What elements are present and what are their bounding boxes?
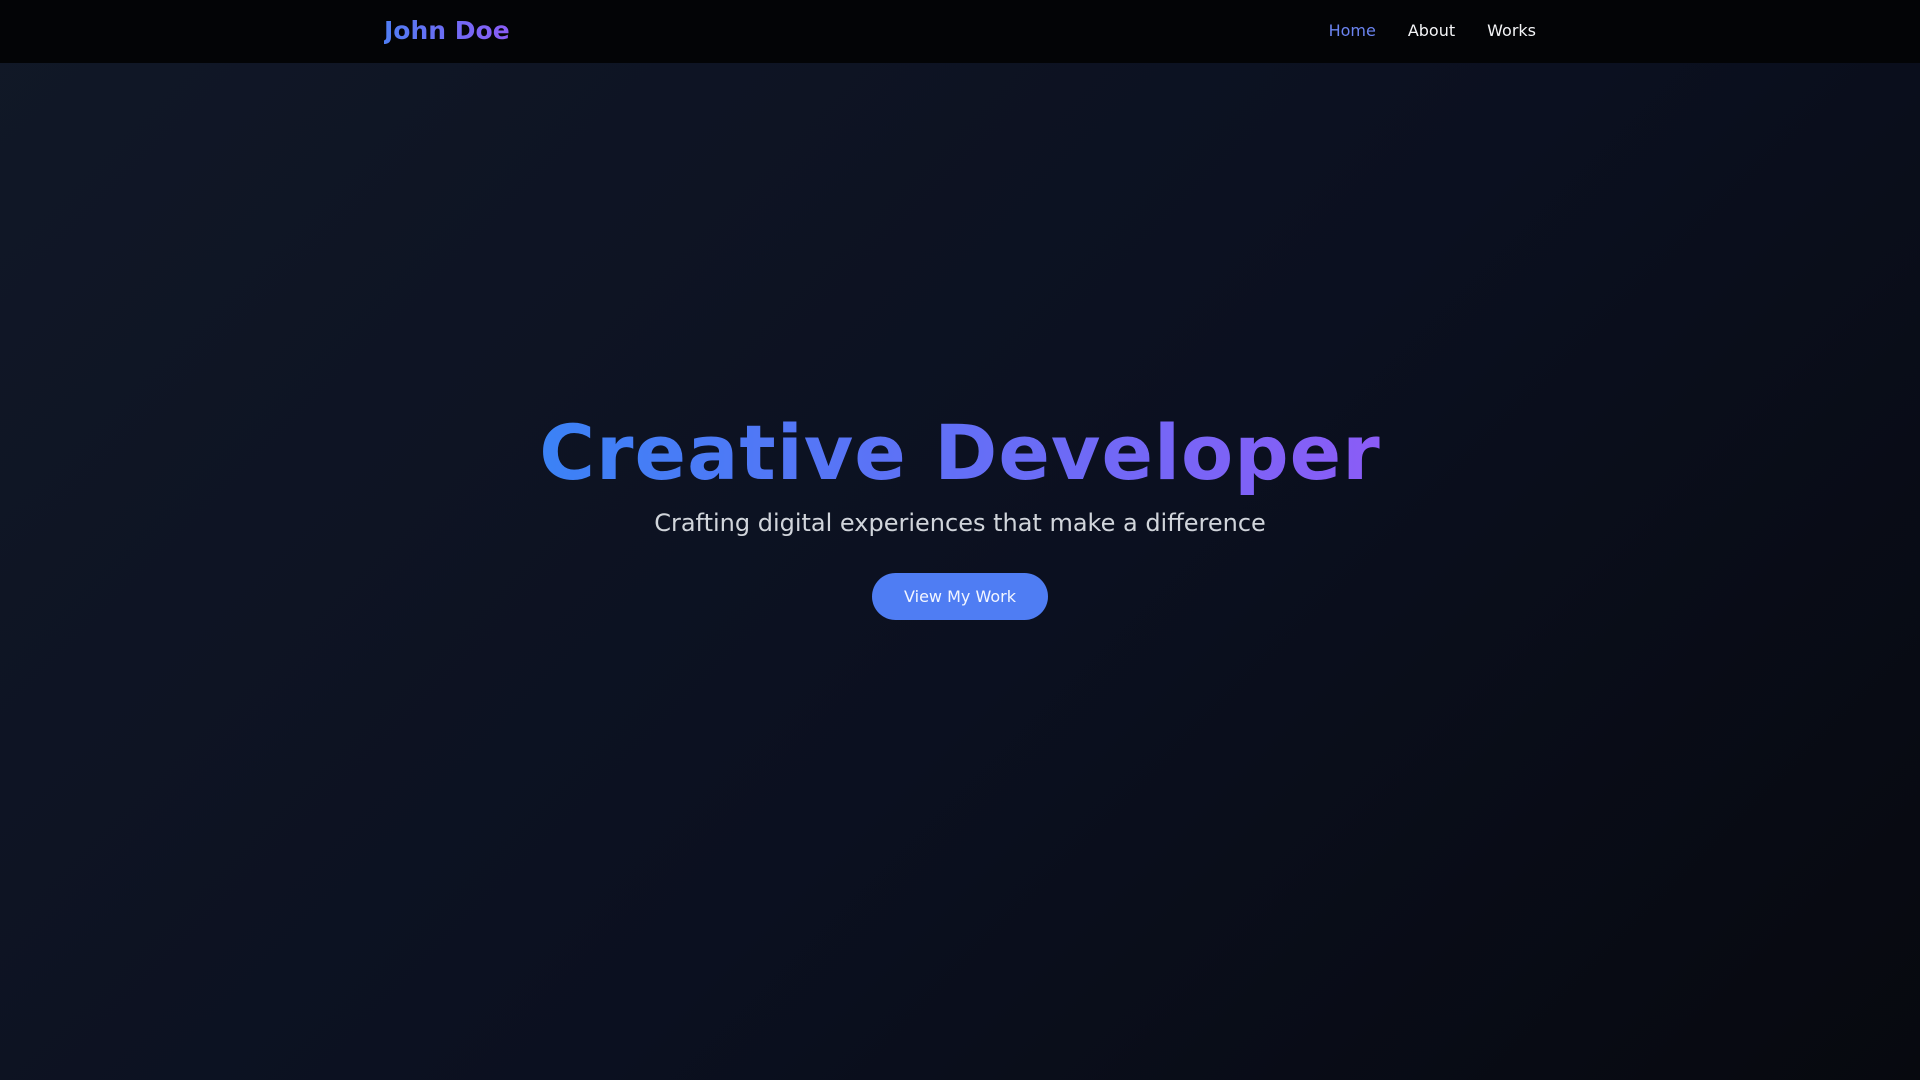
top-navbar: John Doe Home About Works	[0, 0, 1920, 63]
nav-link-about[interactable]: About	[1408, 21, 1455, 40]
nav-item-about: About	[1408, 20, 1455, 42]
nav-item-works: Works	[1487, 20, 1536, 42]
nav-link-home[interactable]: Home	[1329, 21, 1376, 40]
hero-title: Creative Developer	[0, 408, 1920, 498]
hero-subtitle: Crafting digital experiences that make a…	[654, 509, 1266, 537]
hero-section	[0, 63, 1920, 1080]
brand-logo[interactable]: John Doe	[384, 14, 510, 48]
nav-item-home: Home	[1329, 20, 1376, 42]
hero-title-text: Creative Developer	[539, 408, 1381, 497]
nav-links: Home About Works	[1329, 20, 1536, 42]
nav-link-works[interactable]: Works	[1487, 21, 1536, 40]
view-my-work-button[interactable]: View My Work	[872, 573, 1048, 620]
